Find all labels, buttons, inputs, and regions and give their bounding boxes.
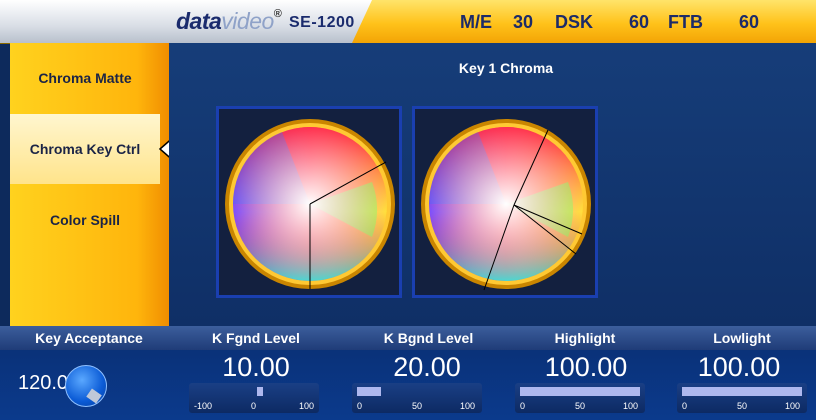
lowlight-slider[interactable]: 0 50 100 (677, 383, 807, 413)
slider-tick-mid: 50 (412, 401, 423, 411)
sidebar-item-chroma-matte[interactable]: Chroma Matte (10, 43, 160, 113)
stat-me-label: M/E (460, 12, 493, 32)
slider-tick-min: 0 (682, 401, 688, 411)
lowlight-value: 100.00 (697, 352, 781, 382)
sidebar-item-color-spill[interactable]: Color Spill (10, 185, 160, 255)
highlight-title: Highlight (554, 330, 616, 346)
sidebar-item-label: Chroma Key Ctrl (29, 141, 141, 157)
lowlight-title: Lowlight (713, 330, 771, 346)
slider-tick-mid: 50 (737, 401, 748, 411)
brand-logo-bold: data (176, 8, 222, 34)
sidebar-item-label: Color Spill (50, 212, 120, 228)
model-label: SE-1200 (289, 14, 355, 31)
stat-me-value: 30 (513, 12, 534, 32)
sidebar-item-label: Chroma Matte (38, 70, 132, 86)
slider-fill (682, 387, 802, 396)
top-bar: datavideo® SE-1200 M/E 30 DSK 60 FTB 60 (0, 0, 816, 44)
slider-tick-max: 100 (299, 401, 315, 411)
slider-tick-min: 0 (357, 401, 363, 411)
slider-tick-mid: 50 (575, 401, 586, 411)
slider-fill (257, 387, 263, 396)
key-acceptance-title: Key Acceptance (35, 330, 143, 346)
slider-tick-min: 0 (520, 401, 526, 411)
slider-tick-mid: 0 (251, 401, 257, 411)
k-bgnd-level-title: K Bgnd Level (383, 330, 474, 346)
brand-logo-light: video (221, 8, 274, 34)
panel-title: Key 1 Chroma (458, 60, 554, 76)
slider-tick-max: 100 (623, 401, 639, 411)
highlight-slider[interactable]: 0 50 100 (515, 383, 645, 413)
sidebar: Chroma Matte Chroma Key Ctrl Color Spill (10, 43, 169, 326)
k-fgnd-level-value: 10.00 (222, 352, 290, 382)
stat-dsk-label: DSK (555, 12, 594, 32)
stat-ftb-label: FTB (668, 12, 703, 32)
sidebar-item-chroma-key-ctrl[interactable]: Chroma Key Ctrl (10, 114, 160, 184)
slider-fill (520, 387, 640, 396)
k-fgnd-level-slider[interactable]: -100 0 100 (189, 383, 319, 413)
stat-ftb-value: 60 (739, 12, 760, 32)
brand-registered-mark: ® (273, 8, 282, 20)
color-wheel-2-graphic (421, 119, 591, 291)
color-wheel-1-graphic (225, 119, 395, 289)
color-wheel-1[interactable] (216, 106, 402, 298)
k-fgnd-level-title: K Fgnd Level (212, 330, 300, 346)
k-bgnd-level-value: 20.00 (393, 352, 461, 382)
slider-tick-max: 100 (785, 401, 801, 411)
key-acceptance-knob[interactable] (65, 365, 107, 407)
stat-dsk-value: 60 (629, 12, 650, 32)
slider-tick-max: 100 (460, 401, 476, 411)
k-bgnd-level-slider[interactable]: 0 50 100 (352, 383, 482, 413)
brand-logo: datavideo® (176, 8, 282, 35)
color-wheel-2[interactable] (412, 106, 598, 298)
slider-tick-min: -100 (194, 401, 213, 411)
highlight-value: 100.00 (544, 352, 628, 382)
slider-fill (357, 387, 381, 396)
